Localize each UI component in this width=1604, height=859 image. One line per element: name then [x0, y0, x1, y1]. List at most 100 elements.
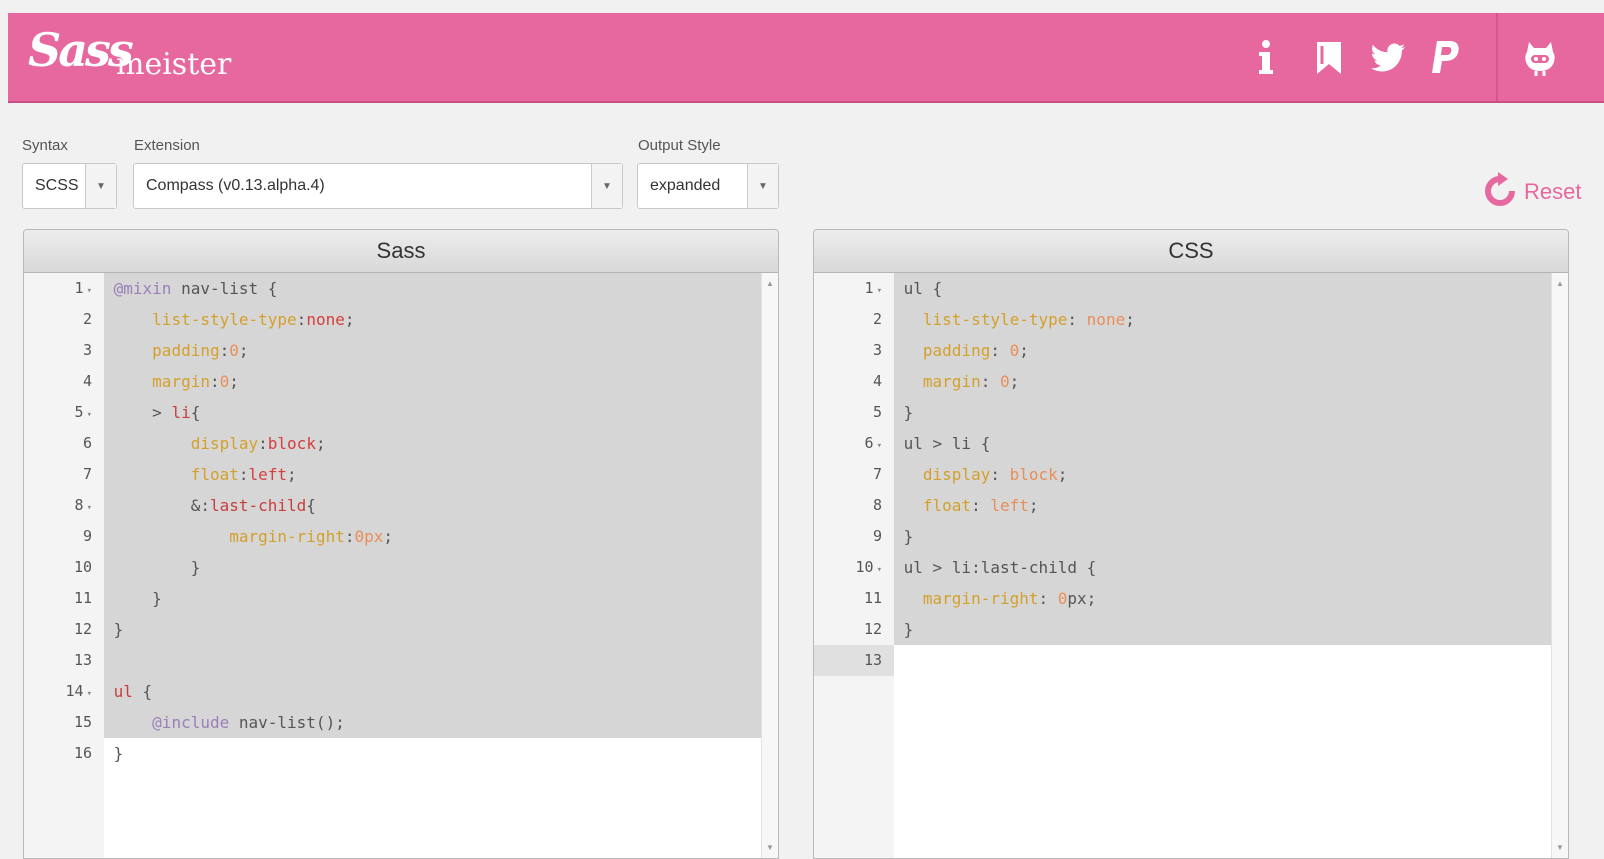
- sass-code-line[interactable]: 5 ▾ > li{: [24, 397, 762, 428]
- css-code-line[interactable]: 11 margin-right: 0px;: [814, 583, 1552, 614]
- sass-code-line[interactable]: 4 margin:0;: [24, 366, 762, 397]
- chevron-down-icon[interactable]: ▼: [85, 164, 116, 208]
- sass-panel-title: Sass: [24, 230, 778, 273]
- syntax-value: SCSS: [35, 177, 79, 194]
- sass-code-line[interactable]: 13: [24, 645, 762, 676]
- line-number: 13: [73, 651, 92, 669]
- extension-label: Extension: [134, 137, 200, 154]
- line-number: 1 ▾: [864, 279, 882, 297]
- line-number: 12: [73, 620, 92, 638]
- sass-code-area[interactable]: 1 ▾ @mixin nav-list {2 list-style-type:no…: [24, 273, 762, 769]
- fold-arrow-icon[interactable]: ▾: [877, 441, 882, 451]
- css-code-line[interactable]: 7 display: block;: [814, 459, 1552, 490]
- reset-icon: [1484, 171, 1516, 213]
- css-code-line[interactable]: 12 }: [814, 614, 1552, 645]
- output-style-select[interactable]: expanded ▼: [637, 163, 779, 209]
- sass-code-line[interactable]: 16 }: [24, 738, 762, 769]
- code-text: margin: 0;: [894, 366, 1552, 397]
- code-text: }: [894, 397, 1552, 428]
- line-number: 5: [872, 403, 882, 421]
- sass-code-line[interactable]: 3 padding:0;: [24, 335, 762, 366]
- css-code-line[interactable]: 13: [814, 645, 1552, 676]
- fold-arrow-icon[interactable]: ▾: [877, 565, 882, 575]
- line-number: 11: [863, 589, 882, 607]
- line-number: 4: [82, 372, 92, 390]
- sass-code-line[interactable]: 15 @include nav-list();: [24, 707, 762, 738]
- css-code-line[interactable]: 2 list-style-type: none;: [814, 304, 1552, 335]
- code-text: &:last-child{: [104, 490, 762, 521]
- scroll-up-icon[interactable]: ▲: [1556, 279, 1564, 288]
- line-number: 8: [872, 496, 882, 514]
- sass-code-line[interactable]: 7 float:left;: [24, 459, 762, 490]
- code-text: @include nav-list();: [104, 707, 762, 738]
- line-number: 2: [82, 310, 92, 328]
- code-text: ul > li:last-child {: [894, 552, 1552, 583]
- sass-editor-panel: Sass 1 ▾ @mixin nav-list {2 list-style-ty…: [23, 229, 779, 859]
- code-text: float: left;: [894, 490, 1552, 521]
- scroll-down-icon[interactable]: ▼: [766, 843, 774, 852]
- css-code-line[interactable]: 1 ▾ ul {: [814, 273, 1552, 304]
- sass-code-line[interactable]: 11 }: [24, 583, 762, 614]
- twitter-icon[interactable]: [1370, 38, 1406, 78]
- css-code-line[interactable]: 6 ▾ ul > li {: [814, 428, 1552, 459]
- bookmark-icon[interactable]: [1314, 38, 1344, 78]
- sass-code-line[interactable]: 6 display:block;: [24, 428, 762, 459]
- sass-code-line[interactable]: 12 }: [24, 614, 762, 645]
- chevron-down-icon[interactable]: ▼: [591, 164, 622, 208]
- fold-arrow-icon[interactable]: ▾: [877, 286, 882, 296]
- code-text: ul {: [894, 273, 1552, 304]
- sass-code-line[interactable]: 14 ▾ ul {: [24, 676, 762, 707]
- sass-code-line[interactable]: 2 list-style-type:none;: [24, 304, 762, 335]
- github-icon[interactable]: [1522, 38, 1558, 78]
- chevron-down-icon[interactable]: ▼: [747, 164, 778, 208]
- info-icon[interactable]: [1256, 38, 1276, 78]
- code-text: display: block;: [894, 459, 1552, 490]
- window-top-strip: [0, 0, 1604, 13]
- code-text: }: [894, 521, 1552, 552]
- css-code-line[interactable]: 4 margin: 0;: [814, 366, 1552, 397]
- line-number: 13: [814, 645, 894, 676]
- css-scrollbar[interactable]: ▲ ▼: [1551, 273, 1568, 858]
- line-number: 2: [872, 310, 882, 328]
- sass-code-line[interactable]: 9 margin-right:0px;: [24, 521, 762, 552]
- fold-arrow-icon[interactable]: ▾: [87, 410, 92, 420]
- logo-text[interactable]: meister: [116, 47, 231, 82]
- fold-arrow-icon[interactable]: ▾: [87, 286, 92, 296]
- line-number: 7: [82, 465, 92, 483]
- css-code-line[interactable]: 10 ▾ ul > li:last-child {: [814, 552, 1552, 583]
- line-number: 5 ▾: [74, 403, 92, 421]
- code-text: margin:0;: [104, 366, 762, 397]
- line-number: 7: [872, 465, 882, 483]
- line-number: 3: [82, 341, 92, 359]
- sass-code-line[interactable]: 1 ▾ @mixin nav-list {: [24, 273, 762, 304]
- line-number: 1 ▾: [74, 279, 92, 297]
- code-text: padding:0;: [104, 335, 762, 366]
- code-text: @mixin nav-list {: [104, 273, 762, 304]
- code-text: }: [894, 614, 1552, 645]
- css-code-line[interactable]: 3 padding: 0;: [814, 335, 1552, 366]
- code-text: list-style-type:none;: [104, 304, 762, 335]
- css-code-line[interactable]: 5 }: [814, 397, 1552, 428]
- syntax-select[interactable]: SCSS ▼: [22, 163, 117, 209]
- sass-scrollbar[interactable]: ▲ ▼: [761, 273, 778, 858]
- paypal-icon[interactable]: [1428, 38, 1462, 78]
- css-code-line[interactable]: 8 float: left;: [814, 490, 1552, 521]
- fold-arrow-icon[interactable]: ▾: [87, 689, 92, 699]
- code-text: ul > li {: [894, 428, 1552, 459]
- css-code-line[interactable]: 9 }: [814, 521, 1552, 552]
- reset-button[interactable]: Reset: [1484, 171, 1581, 213]
- code-text: }: [104, 583, 762, 614]
- line-number: 11: [73, 589, 92, 607]
- fold-arrow-icon[interactable]: ▾: [87, 503, 92, 513]
- sass-code-line[interactable]: 8 ▾ &:last-child{: [24, 490, 762, 521]
- scroll-up-icon[interactable]: ▲: [766, 279, 774, 288]
- line-number: 14 ▾: [65, 682, 92, 700]
- extension-select[interactable]: Compass (v0.13.alpha.4) ▼: [133, 163, 623, 209]
- line-number: 15: [73, 713, 92, 731]
- sass-code-line[interactable]: 10 }: [24, 552, 762, 583]
- code-text: margin-right: 0px;: [894, 583, 1552, 614]
- scroll-down-icon[interactable]: ▼: [1556, 843, 1564, 852]
- code-text: margin-right:0px;: [104, 521, 762, 552]
- reset-label: Reset: [1524, 179, 1582, 204]
- css-code-area[interactable]: 1 ▾ ul {2 list-style-type: none; 3 padding…: [814, 273, 1552, 676]
